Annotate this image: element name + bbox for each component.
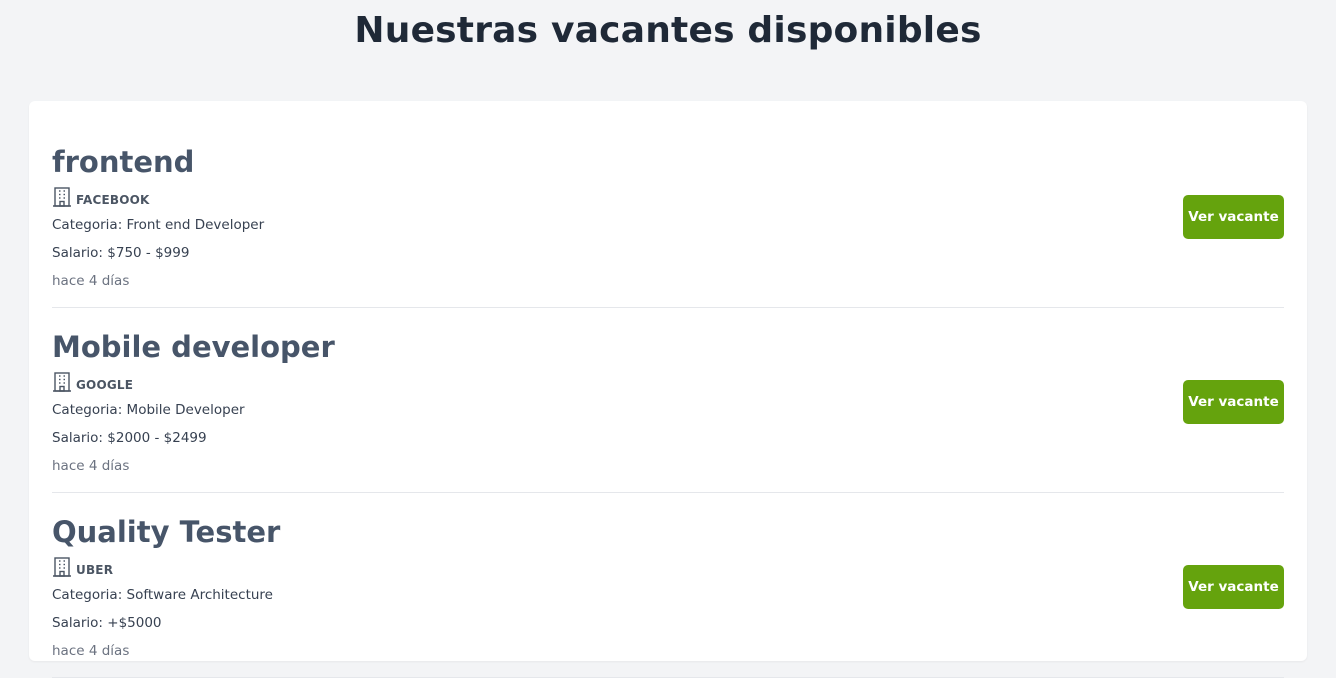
vacancy-title: frontend <box>52 145 195 179</box>
vacancies-card: frontend FACEBOOK Categoria: Front end D… <box>29 101 1307 678</box>
vacancy-posted-time: hace 4 días <box>52 458 130 474</box>
company-row: UBER <box>52 555 280 577</box>
page-title: Nuestras vacantes disponibles <box>354 10 982 51</box>
vacancy-item: Quality Tester UBER Categoria: Software … <box>52 493 1284 678</box>
vacancies-list: frontend FACEBOOK Categoria: Front end D… <box>52 123 1284 678</box>
vacancy-category: Categoria: Front end Developer <box>52 217 265 233</box>
vacancy-salary: Salario: $2000 - $2499 <box>52 430 207 446</box>
vacancy-category: Categoria: Mobile Developer <box>52 402 245 418</box>
building-icon <box>53 187 71 207</box>
vacancy-item: frontend FACEBOOK Categoria: Front end D… <box>52 123 1284 308</box>
company-name: FACEBOOK <box>76 193 150 207</box>
view-vacancy-button[interactable]: Ver vacante <box>1183 565 1284 609</box>
view-vacancy-button[interactable]: Ver vacante <box>1183 195 1284 239</box>
company-name: GOOGLE <box>76 378 134 392</box>
building-icon <box>53 557 71 577</box>
vacancy-title: Mobile developer <box>52 330 335 364</box>
company-row: FACEBOOK <box>52 185 264 207</box>
company-row: GOOGLE <box>52 370 335 392</box>
vacancy-posted-time: hace 4 días <box>52 273 130 289</box>
building-icon <box>53 372 71 392</box>
vacancy-posted-time: hace 4 días <box>52 643 130 659</box>
vacancy-category: Categoria: Software Architecture <box>52 587 273 603</box>
view-vacancy-button[interactable]: Ver vacante <box>1183 380 1284 424</box>
company-name: UBER <box>76 563 114 577</box>
vacancy-salary: Salario: $750 - $999 <box>52 245 190 261</box>
vacancy-item: Mobile developer GOOGLE Categoria: Mobil… <box>52 308 1284 493</box>
vacancy-title: Quality Tester <box>52 515 281 549</box>
vacancy-salary: Salario: +$5000 <box>52 615 162 631</box>
